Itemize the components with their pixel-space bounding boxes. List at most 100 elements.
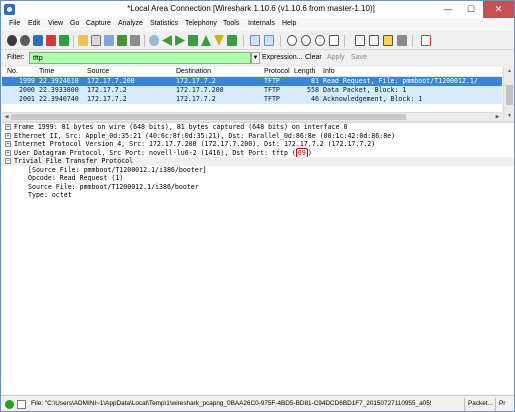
scroll-thumb[interactable] (11, 114, 406, 120)
expression-button[interactable]: Expression... (262, 54, 302, 61)
column-header-source[interactable]: Source (87, 68, 109, 75)
apply-button[interactable]: Apply (327, 54, 345, 61)
packet-list-vertical-scrollbar[interactable]: ▲ ▼ (503, 67, 514, 121)
status-packets: Packet... (468, 400, 493, 407)
auto-scroll-icon[interactable] (250, 35, 260, 46)
scroll-up-icon[interactable]: ▲ (504, 67, 514, 76)
go-first-icon[interactable] (201, 35, 211, 46)
tree-node-tftp[interactable]: − Trivial File Transfer Protocol (2, 157, 514, 166)
column-header-no[interactable]: No. (7, 68, 18, 75)
find-packet-icon[interactable] (149, 35, 159, 46)
tree-leaf-source-file-generated[interactable]: [Source File: pmmboot/T1200012.1/i386/bo… (2, 166, 514, 175)
menu-internals[interactable]: Internals (248, 20, 275, 27)
save-filter-button[interactable]: Save (351, 54, 367, 61)
tree-node-udp[interactable]: + User Datagram Protocol, Src Port: nove… (2, 147, 514, 158)
packet-destination: 172.17.7.200 (176, 86, 224, 94)
display-filter-input[interactable] (29, 52, 251, 64)
go-to-packet-icon[interactable] (188, 35, 198, 46)
toolbar-separator (344, 35, 345, 47)
dst-port-highlight: 69 (295, 147, 308, 158)
stop-capture-icon[interactable] (46, 35, 56, 46)
packet-list-horizontal-scrollbar[interactable]: ◀ ▶ (2, 112, 502, 121)
packet-info: Acknowledgement, Block: 1 (323, 95, 423, 103)
go-forward-icon[interactable] (175, 35, 185, 46)
coloring-rules-icon[interactable] (383, 35, 393, 46)
help-icon[interactable] (421, 35, 431, 46)
udp-label-prefix: User Datagram Protocol, Src Port: novell… (14, 148, 296, 157)
interfaces-icon[interactable] (7, 35, 17, 46)
filter-dropdown-button[interactable]: ▼ (251, 52, 260, 64)
close-file-icon[interactable] (104, 35, 114, 46)
clear-button[interactable]: Clear (305, 54, 322, 61)
packet-row[interactable]: 1999 22.3924610 172.17.7.200 172.17.7.2 … (2, 77, 502, 86)
restart-capture-icon[interactable] (59, 35, 69, 46)
packet-time: 22.3924610 (39, 77, 79, 85)
expand-icon[interactable]: + (5, 124, 11, 130)
packet-row[interactable]: 2001 22.3940740 172.17.7.2 172.17.7.2 TF… (2, 95, 502, 104)
column-header-length[interactable]: Length (294, 68, 315, 75)
menu-file[interactable]: File (9, 20, 20, 27)
zoom-fit-icon[interactable] (329, 35, 339, 46)
collapse-icon[interactable]: − (5, 158, 11, 164)
window-title: *Local Area Connection [Wireshark 1.10.6… (127, 4, 375, 13)
scroll-thumb[interactable] (506, 85, 513, 105)
menu-go[interactable]: Go (70, 20, 79, 27)
resize-columns-icon[interactable] (264, 35, 274, 46)
column-header-time[interactable]: Time (39, 68, 54, 75)
go-last-icon[interactable] (214, 35, 224, 46)
scroll-down-icon[interactable]: ▼ (504, 112, 514, 121)
zoom-normal-icon[interactable] (315, 35, 325, 46)
menu-statistics[interactable]: Statistics (150, 20, 178, 27)
menu-tools[interactable]: Tools (223, 20, 239, 27)
open-file-icon[interactable] (78, 35, 88, 46)
save-file-icon[interactable] (91, 35, 101, 46)
close-button[interactable]: ✕ (483, 1, 514, 18)
go-back-icon[interactable] (162, 35, 172, 46)
zoom-out-icon[interactable] (301, 35, 311, 46)
start-capture-icon[interactable] (33, 35, 43, 46)
menu-telephony[interactable]: Telephony (185, 20, 217, 27)
menu-help[interactable]: Help (282, 20, 296, 27)
column-header-protocol[interactable]: Protocol (264, 68, 290, 75)
toolbar-separator (73, 35, 74, 47)
expand-icon[interactable]: + (5, 132, 11, 139)
status-separator (495, 398, 496, 411)
expert-info-icon[interactable] (5, 400, 14, 409)
column-header-info[interactable]: Info (323, 68, 335, 75)
packet-info: Data Packet, Block: 1 (323, 86, 407, 94)
capture-options-icon[interactable] (20, 35, 30, 46)
tree-leaf-source-file[interactable]: Source File: pmmboot/T1200012.1/i386/boo… (2, 183, 514, 192)
tree-node-ipv4[interactable]: + Internet Protocol Version 4, Src: 172.… (2, 140, 514, 149)
packet-row[interactable]: 2000 22.3933800 172.17.7.2 172.17.7.200 … (2, 86, 502, 95)
wireshark-window: *Local Area Connection [Wireshark 1.10.6… (0, 0, 515, 412)
tree-leaf-type[interactable]: Type: octet (2, 191, 514, 200)
tree-node-label: Ethernet II, Src: Apple_0d:35:21 (40:6c:… (14, 131, 396, 140)
display-filters-icon[interactable] (369, 35, 379, 46)
menu-view[interactable]: View (48, 20, 63, 27)
tree-leaf-opcode[interactable]: Opcode: Read Request (1) (2, 174, 514, 183)
packet-protocol: TFTP (264, 95, 280, 103)
zoom-in-icon[interactable] (287, 35, 297, 46)
tree-node-label: Frame 1999: 81 bytes on wire (648 bits),… (14, 123, 348, 131)
maximize-button[interactable]: ☐ (460, 1, 482, 18)
menu-analyze[interactable]: Analyze (118, 20, 143, 27)
capture-filters-icon[interactable] (355, 35, 365, 46)
tree-node-ethernet[interactable]: + Ethernet II, Src: Apple_0d:35:21 (40:6… (2, 132, 514, 141)
reload-icon[interactable] (117, 35, 127, 46)
toolbar-separator (144, 35, 145, 47)
print-icon[interactable] (130, 35, 140, 46)
menu-capture[interactable]: Capture (86, 20, 111, 27)
capture-comment-icon[interactable] (17, 400, 26, 409)
status-profile[interactable]: Pr (499, 400, 505, 407)
menu-edit[interactable]: Edit (28, 20, 40, 27)
minimize-button[interactable]: — (437, 1, 459, 18)
tree-node-frame[interactable]: + Frame 1999: 81 bytes on wire (648 bits… (2, 123, 514, 132)
status-bar: File: "C:\Users\ADMINI~1\AppData\Local\T… (1, 395, 514, 411)
preferences-icon[interactable] (397, 35, 407, 46)
packet-time: 22.3940740 (39, 95, 79, 103)
expand-icon[interactable]: + (5, 149, 11, 156)
expand-icon[interactable]: + (5, 141, 11, 147)
column-header-destination[interactable]: Destination (176, 68, 211, 75)
packet-info: Read Request, File: pmmboot/T1200012.1/ (323, 77, 478, 85)
colorize-icon[interactable] (227, 35, 237, 46)
